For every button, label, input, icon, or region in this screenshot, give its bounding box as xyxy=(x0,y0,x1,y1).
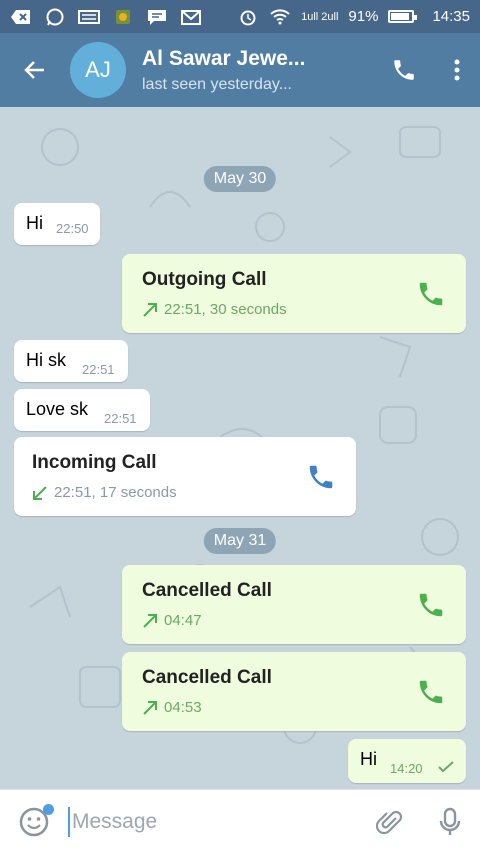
peer-info[interactable]: Al Sawar Jewe... last seen yesterday... xyxy=(142,47,374,94)
chat-area[interactable]: May 30 Hi 22:50 Outgoing Call 22:51, 30 … xyxy=(0,107,480,789)
signal-indicator: 1ull 2ull xyxy=(301,10,339,23)
message-bubble-incoming[interactable]: Love sk 22:51 xyxy=(14,389,150,431)
paperclip-icon xyxy=(376,810,403,834)
arrow-left-icon xyxy=(24,61,44,79)
arrow-incoming-icon xyxy=(33,485,47,500)
check-icon xyxy=(438,761,454,773)
gmail-icon xyxy=(180,8,202,26)
attach-button[interactable] xyxy=(360,790,420,853)
phone-icon[interactable] xyxy=(306,462,336,492)
cancelled-call-bubble[interactable]: Cancelled Call 04:47 xyxy=(122,565,466,644)
message-text: Hi xyxy=(26,213,43,233)
message-time: 22:51 xyxy=(82,362,115,377)
call-title: Cancelled Call xyxy=(142,667,272,688)
status-bar: 1ull 2ull 91% 14:35 xyxy=(0,0,480,33)
chat-header: AJ Al Sawar Jewe... last seen yesterday.… xyxy=(0,33,480,107)
back-button[interactable] xyxy=(0,33,70,107)
message-time: 22:51 xyxy=(104,411,137,426)
message-text: Hi sk xyxy=(26,350,66,370)
arrow-outgoing-icon xyxy=(143,700,157,715)
call-title: Incoming Call xyxy=(32,452,157,473)
message-text: Love sk xyxy=(26,399,89,419)
phone-icon xyxy=(394,60,414,80)
microphone-icon xyxy=(439,807,461,835)
keyboard-icon xyxy=(78,8,100,26)
arrow-outgoing-icon xyxy=(143,613,157,628)
more-vertical-icon xyxy=(454,59,460,81)
app-notification-icon xyxy=(112,8,134,26)
message-bubble-outgoing[interactable]: Hi 14:20 xyxy=(348,739,466,783)
message-composer xyxy=(0,789,480,853)
back-notification-icon xyxy=(10,8,32,26)
call-title: Outgoing Call xyxy=(142,269,267,290)
battery-percent: 91% xyxy=(348,8,379,25)
message-time: 14:20 xyxy=(390,761,423,776)
call-detail: 22:51, 30 seconds xyxy=(164,301,287,318)
message-input[interactable] xyxy=(68,806,360,837)
emoji-button[interactable] xyxy=(0,790,68,853)
alarm-icon xyxy=(237,8,259,26)
message-bubble-incoming[interactable]: Hi 22:50 xyxy=(14,203,100,245)
message-time: 22:50 xyxy=(56,221,89,236)
avatar[interactable]: AJ xyxy=(70,42,126,98)
arrow-outgoing-icon xyxy=(143,302,157,317)
more-options-button[interactable] xyxy=(434,33,480,107)
call-detail: 22:51, 17 seconds xyxy=(54,484,177,501)
phone-icon[interactable] xyxy=(416,677,446,707)
message-icon xyxy=(146,8,168,26)
phone-icon[interactable] xyxy=(416,590,446,620)
outgoing-call-bubble[interactable]: Outgoing Call 22:51, 30 seconds xyxy=(122,254,466,333)
whatsapp-icon xyxy=(44,8,66,26)
call-button[interactable] xyxy=(374,33,434,107)
call-detail: 04:47 xyxy=(164,612,202,629)
call-title: Cancelled Call xyxy=(142,580,272,601)
message-bubble-incoming[interactable]: Hi sk 22:51 xyxy=(14,340,128,382)
date-separator: May 31 xyxy=(203,528,277,554)
incoming-call-bubble[interactable]: Incoming Call 22:51, 17 seconds xyxy=(14,437,356,516)
microphone-button[interactable] xyxy=(420,790,480,853)
message-text: Hi xyxy=(360,749,377,769)
peer-status: last seen yesterday... xyxy=(142,75,292,93)
cancelled-call-bubble[interactable]: Cancelled Call 04:53 xyxy=(122,652,466,731)
wifi-icon xyxy=(269,8,291,26)
peer-name: Al Sawar Jewe... xyxy=(142,46,306,70)
clock: 14:35 xyxy=(432,8,470,25)
notification-dot xyxy=(43,803,54,815)
battery-icon xyxy=(388,10,418,23)
call-detail: 04:53 xyxy=(164,699,202,716)
date-separator: May 30 xyxy=(203,166,277,192)
phone-icon[interactable] xyxy=(416,279,446,309)
